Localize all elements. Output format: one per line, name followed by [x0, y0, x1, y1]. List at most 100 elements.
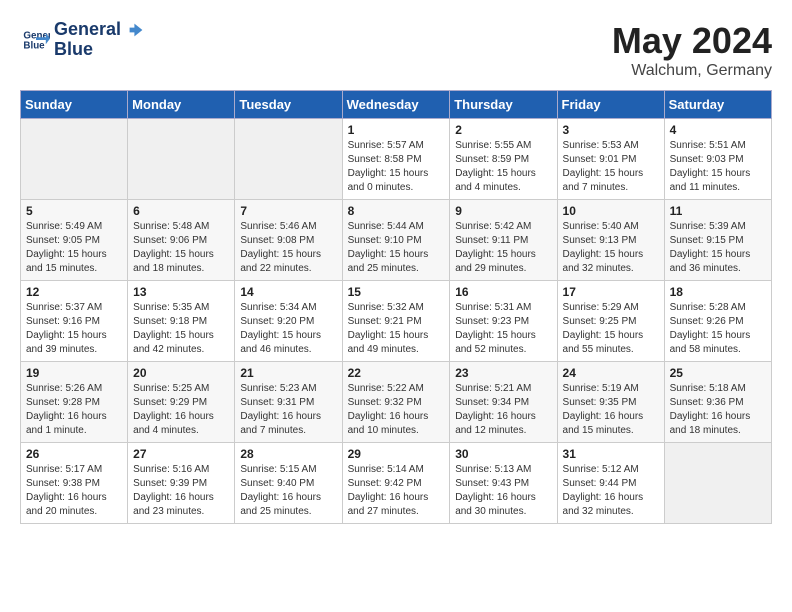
day-info: Sunrise: 5:22 AM Sunset: 9:32 PM Dayligh… [348, 382, 445, 438]
day-info: Sunrise: 5:25 AM Sunset: 9:29 PM Dayligh… [133, 382, 229, 438]
day-number: 1 [348, 123, 445, 137]
day-number: 9 [455, 204, 551, 218]
calendar-cell: 29 Sunrise: 5:14 AM Sunset: 9:42 PM Dayli… [342, 443, 450, 524]
logo-icon: General Blue [22, 26, 50, 54]
day-number: 15 [348, 285, 445, 299]
day-info: Sunrise: 5:17 AM Sunset: 9:38 PM Dayligh… [26, 463, 122, 519]
day-number: 24 [563, 366, 659, 380]
day-number: 29 [348, 447, 445, 461]
day-number: 12 [26, 285, 122, 299]
calendar-cell: 3 Sunrise: 5:53 AM Sunset: 9:01 PM Daylig… [557, 119, 664, 200]
calendar-week-4: 19 Sunrise: 5:26 AM Sunset: 9:28 PM Dayli… [21, 362, 772, 443]
calendar-cell: 21 Sunrise: 5:23 AM Sunset: 9:31 PM Dayli… [235, 362, 342, 443]
day-number: 22 [348, 366, 445, 380]
day-info: Sunrise: 5:29 AM Sunset: 9:25 PM Dayligh… [563, 301, 659, 357]
day-info: Sunrise: 5:16 AM Sunset: 9:39 PM Dayligh… [133, 463, 229, 519]
day-info: Sunrise: 5:15 AM Sunset: 9:40 PM Dayligh… [240, 463, 336, 519]
day-number: 10 [563, 204, 659, 218]
calendar-cell: 25 Sunrise: 5:18 AM Sunset: 9:36 PM Dayli… [664, 362, 771, 443]
day-info: Sunrise: 5:35 AM Sunset: 9:18 PM Dayligh… [133, 301, 229, 357]
day-info: Sunrise: 5:18 AM Sunset: 9:36 PM Dayligh… [670, 382, 766, 438]
weekday-header-friday: Friday [557, 91, 664, 119]
calendar-cell: 24 Sunrise: 5:19 AM Sunset: 9:35 PM Dayli… [557, 362, 664, 443]
day-info: Sunrise: 5:12 AM Sunset: 9:44 PM Dayligh… [563, 463, 659, 519]
month-title: May 2024 [612, 20, 772, 62]
day-info: Sunrise: 5:14 AM Sunset: 9:42 PM Dayligh… [348, 463, 445, 519]
weekday-header-saturday: Saturday [664, 91, 771, 119]
day-info: Sunrise: 5:37 AM Sunset: 9:16 PM Dayligh… [26, 301, 122, 357]
calendar-cell: 27Sunrise: 5:16 AM Sunset: 9:39 PM Dayli… [128, 443, 235, 524]
calendar-cell: 11 Sunrise: 5:39 AM Sunset: 9:15 PM Dayli… [664, 200, 771, 281]
day-number: 20 [133, 366, 229, 380]
day-number: 25 [670, 366, 766, 380]
weekday-header-monday: Monday [128, 91, 235, 119]
svg-text:Blue: Blue [23, 40, 45, 51]
day-number: 26 [26, 447, 122, 461]
day-info: Sunrise: 5:31 AM Sunset: 9:23 PM Dayligh… [455, 301, 551, 357]
day-number: 16 [455, 285, 551, 299]
calendar-cell [128, 119, 235, 200]
day-info: Sunrise: 5:32 AM Sunset: 9:21 PM Dayligh… [348, 301, 445, 357]
calendar-cell: 7 Sunrise: 5:46 AM Sunset: 9:08 PM Daylig… [235, 200, 342, 281]
weekday-header-thursday: Thursday [450, 91, 557, 119]
day-number: 19 [26, 366, 122, 380]
calendar-cell: 31 Sunrise: 5:12 AM Sunset: 9:44 PM Dayli… [557, 443, 664, 524]
day-number: 14 [240, 285, 336, 299]
calendar-week-5: 26 Sunrise: 5:17 AM Sunset: 9:38 PM Dayli… [21, 443, 772, 524]
day-info: Sunrise: 5:23 AM Sunset: 9:31 PM Dayligh… [240, 382, 336, 438]
day-number: 30 [455, 447, 551, 461]
calendar-cell: 1Sunrise: 5:57 AM Sunset: 8:58 PM Daylig… [342, 119, 450, 200]
calendar-cell: 9 Sunrise: 5:42 AM Sunset: 9:11 PM Daylig… [450, 200, 557, 281]
day-number: 11 [670, 204, 766, 218]
calendar-cell: 14Sunrise: 5:34 AM Sunset: 9:20 PM Dayli… [235, 281, 342, 362]
calendar-cell: 4 Sunrise: 5:51 AM Sunset: 9:03 PM Daylig… [664, 119, 771, 200]
calendar-cell: 28 Sunrise: 5:15 AM Sunset: 9:40 PM Dayli… [235, 443, 342, 524]
calendar-cell: 17 Sunrise: 5:29 AM Sunset: 9:25 PM Dayli… [557, 281, 664, 362]
day-number: 17 [563, 285, 659, 299]
logo: General Blue General Blue [20, 20, 144, 60]
day-number: 3 [563, 123, 659, 137]
day-info: Sunrise: 5:13 AM Sunset: 9:43 PM Dayligh… [455, 463, 551, 519]
title-block: May 2024 Walchum, Germany [612, 20, 772, 80]
day-info: Sunrise: 5:26 AM Sunset: 9:28 PM Dayligh… [26, 382, 122, 438]
calendar-cell: 12 Sunrise: 5:37 AM Sunset: 9:16 PM Dayli… [21, 281, 128, 362]
day-info: Sunrise: 5:48 AM Sunset: 9:06 PM Dayligh… [133, 220, 229, 276]
day-number: 21 [240, 366, 336, 380]
calendar-table: SundayMondayTuesdayWednesdayThursdayFrid… [20, 90, 772, 524]
day-info: Sunrise: 5:21 AM Sunset: 9:34 PM Dayligh… [455, 382, 551, 438]
calendar-cell: 26 Sunrise: 5:17 AM Sunset: 9:38 PM Dayli… [21, 443, 128, 524]
calendar-week-2: 5Sunrise: 5:49 AM Sunset: 9:05 PM Daylig… [21, 200, 772, 281]
day-info: Sunrise: 5:53 AM Sunset: 9:01 PM Dayligh… [563, 139, 659, 195]
day-info: Sunrise: 5:44 AM Sunset: 9:10 PM Dayligh… [348, 220, 445, 276]
day-info: Sunrise: 5:39 AM Sunset: 9:15 PM Dayligh… [670, 220, 766, 276]
calendar-cell: 20 Sunrise: 5:25 AM Sunset: 9:29 PM Dayli… [128, 362, 235, 443]
weekday-header-wednesday: Wednesday [342, 91, 450, 119]
calendar-cell [21, 119, 128, 200]
location: Walchum, Germany [612, 62, 772, 80]
day-info: Sunrise: 5:46 AM Sunset: 9:08 PM Dayligh… [240, 220, 336, 276]
calendar-week-1: 1Sunrise: 5:57 AM Sunset: 8:58 PM Daylig… [21, 119, 772, 200]
day-number: 31 [563, 447, 659, 461]
logo-line1: General [54, 20, 144, 40]
day-number: 2 [455, 123, 551, 137]
calendar-cell: 18 Sunrise: 5:28 AM Sunset: 9:26 PM Dayli… [664, 281, 771, 362]
day-number: 4 [670, 123, 766, 137]
day-info: Sunrise: 5:51 AM Sunset: 9:03 PM Dayligh… [670, 139, 766, 195]
calendar-cell: 6Sunrise: 5:48 AM Sunset: 9:06 PM Daylig… [128, 200, 235, 281]
calendar-cell [235, 119, 342, 200]
calendar-cell: 22 Sunrise: 5:22 AM Sunset: 9:32 PM Dayli… [342, 362, 450, 443]
day-info: Sunrise: 5:19 AM Sunset: 9:35 PM Dayligh… [563, 382, 659, 438]
weekday-header-row: SundayMondayTuesdayWednesdayThursdayFrid… [21, 91, 772, 119]
logo-line2: Blue [54, 40, 144, 60]
day-number: 18 [670, 285, 766, 299]
calendar-cell: 13Sunrise: 5:35 AM Sunset: 9:18 PM Dayli… [128, 281, 235, 362]
logo-arrow-icon [128, 22, 144, 38]
day-info: Sunrise: 5:28 AM Sunset: 9:26 PM Dayligh… [670, 301, 766, 357]
day-number: 28 [240, 447, 336, 461]
day-info: Sunrise: 5:42 AM Sunset: 9:11 PM Dayligh… [455, 220, 551, 276]
calendar-cell: 23 Sunrise: 5:21 AM Sunset: 9:34 PM Dayli… [450, 362, 557, 443]
day-number: 7 [240, 204, 336, 218]
calendar-cell: 2Sunrise: 5:55 AM Sunset: 8:59 PM Daylig… [450, 119, 557, 200]
day-info: Sunrise: 5:40 AM Sunset: 9:13 PM Dayligh… [563, 220, 659, 276]
day-number: 23 [455, 366, 551, 380]
